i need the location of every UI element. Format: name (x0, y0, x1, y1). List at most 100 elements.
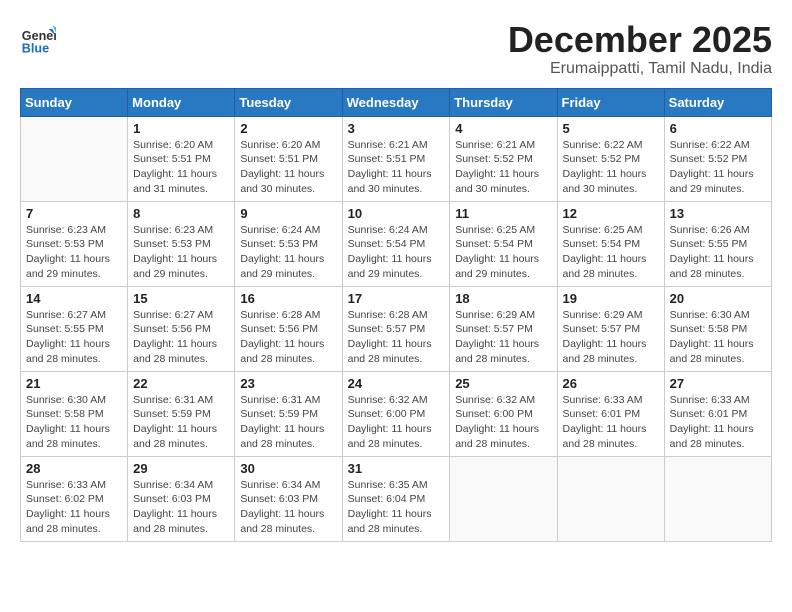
title-block: December 2025 Erumaippatti, Tamil Nadu, … (508, 20, 772, 78)
calendar-cell: 29Sunrise: 6:34 AM Sunset: 6:03 PM Dayli… (128, 456, 235, 541)
day-number: 12 (563, 206, 659, 221)
week-row-4: 21Sunrise: 6:30 AM Sunset: 5:58 PM Dayli… (21, 371, 772, 456)
calendar-cell: 13 Sunrise: 6:26 AM Sunset: 5:55 PM Dayli… (664, 201, 771, 286)
day-info: Sunrise: 6:31 AM Sunset: 5:59 PM Dayligh… (240, 393, 336, 452)
calendar-cell: 6Sunrise: 6:22 AM Sunset: 5:52 PM Daylig… (664, 116, 771, 201)
day-info: Sunrise: 6:24 AM Sunset: 5:53 PM Dayligh… (240, 223, 336, 282)
day-info: Sunrise: 6:26 AM Sunset: 5:55 PM Dayligh… (670, 223, 766, 282)
column-header-tuesday: Tuesday (235, 88, 342, 116)
day-number: 13 (670, 206, 766, 221)
day-info: Sunrise: 6:32 AM Sunset: 6:00 PM Dayligh… (348, 393, 445, 452)
calendar-cell: 20Sunrise: 6:30 AM Sunset: 5:58 PM Dayli… (664, 286, 771, 371)
day-info: Sunrise: 6:33 AM Sunset: 6:02 PM Dayligh… (26, 478, 122, 537)
day-info: Sunrise: 6:20 AM Sunset: 5:51 PM Dayligh… (240, 138, 336, 197)
column-header-sunday: Sunday (21, 88, 128, 116)
column-header-saturday: Saturday (664, 88, 771, 116)
calendar-cell: 14Sunrise: 6:27 AM Sunset: 5:55 PM Dayli… (21, 286, 128, 371)
calendar-cell: 17 Sunrise: 6:28 AM Sunset: 5:57 PM Dayli… (342, 286, 450, 371)
day-number: 2 (240, 121, 336, 136)
column-header-monday: Monday (128, 88, 235, 116)
calendar-cell: 16 Sunrise: 6:28 AM Sunset: 5:56 PM Dayli… (235, 286, 342, 371)
column-header-wednesday: Wednesday (342, 88, 450, 116)
day-info: Sunrise: 6:28 AM Sunset: 5:57 PM Dayligh… (348, 308, 445, 367)
day-number: 10 (348, 206, 445, 221)
day-number: 20 (670, 291, 766, 306)
calendar-cell (450, 456, 557, 541)
page-header: General Blue December 2025 Erumaippatti,… (20, 20, 772, 78)
day-info: Sunrise: 6:27 AM Sunset: 5:56 PM Dayligh… (133, 308, 229, 367)
day-number: 15 (133, 291, 229, 306)
day-info: Sunrise: 6:33 AM Sunset: 6:01 PM Dayligh… (670, 393, 766, 452)
calendar-cell: 1Sunrise: 6:20 AM Sunset: 5:51 PM Daylig… (128, 116, 235, 201)
calendar-cell: 21Sunrise: 6:30 AM Sunset: 5:58 PM Dayli… (21, 371, 128, 456)
calendar-cell: 2 Sunrise: 6:20 AM Sunset: 5:51 PM Daylig… (235, 116, 342, 201)
day-info: Sunrise: 6:29 AM Sunset: 5:57 PM Dayligh… (455, 308, 551, 367)
day-info: Sunrise: 6:32 AM Sunset: 6:00 PM Dayligh… (455, 393, 551, 452)
calendar-cell: 15 Sunrise: 6:27 AM Sunset: 5:56 PM Dayli… (128, 286, 235, 371)
day-info: Sunrise: 6:31 AM Sunset: 5:59 PM Dayligh… (133, 393, 229, 452)
day-number: 14 (26, 291, 122, 306)
day-number: 8 (133, 206, 229, 221)
day-info: Sunrise: 6:23 AM Sunset: 5:53 PM Dayligh… (133, 223, 229, 282)
calendar-cell: 27 Sunrise: 6:33 AM Sunset: 6:01 PM Dayli… (664, 371, 771, 456)
week-row-1: 1Sunrise: 6:20 AM Sunset: 5:51 PM Daylig… (21, 116, 772, 201)
day-info: Sunrise: 6:34 AM Sunset: 6:03 PM Dayligh… (133, 478, 229, 537)
calendar-cell: 10 Sunrise: 6:24 AM Sunset: 5:54 PM Dayli… (342, 201, 450, 286)
calendar-cell: 18 Sunrise: 6:29 AM Sunset: 5:57 PM Dayli… (450, 286, 557, 371)
day-number: 19 (563, 291, 659, 306)
day-number: 6 (670, 121, 766, 136)
day-number: 26 (563, 376, 659, 391)
day-number: 11 (455, 206, 551, 221)
day-info: Sunrise: 6:21 AM Sunset: 5:51 PM Dayligh… (348, 138, 445, 197)
calendar-cell: 23 Sunrise: 6:31 AM Sunset: 5:59 PM Dayli… (235, 371, 342, 456)
day-number: 4 (455, 121, 551, 136)
calendar-cell: 3 Sunrise: 6:21 AM Sunset: 5:51 PM Daylig… (342, 116, 450, 201)
day-info: Sunrise: 6:28 AM Sunset: 5:56 PM Dayligh… (240, 308, 336, 367)
logo-icon: General Blue (20, 20, 56, 56)
calendar-cell: 5 Sunrise: 6:22 AM Sunset: 5:52 PM Daylig… (557, 116, 664, 201)
calendar-cell: 11 Sunrise: 6:25 AM Sunset: 5:54 PM Dayli… (450, 201, 557, 286)
day-info: Sunrise: 6:25 AM Sunset: 5:54 PM Dayligh… (563, 223, 659, 282)
day-info: Sunrise: 6:35 AM Sunset: 6:04 PM Dayligh… (348, 478, 445, 537)
day-info: Sunrise: 6:22 AM Sunset: 5:52 PM Dayligh… (563, 138, 659, 197)
calendar-cell: 24Sunrise: 6:32 AM Sunset: 6:00 PM Dayli… (342, 371, 450, 456)
day-number: 17 (348, 291, 445, 306)
day-info: Sunrise: 6:29 AM Sunset: 5:57 PM Dayligh… (563, 308, 659, 367)
calendar-cell (664, 456, 771, 541)
calendar-cell: 12 Sunrise: 6:25 AM Sunset: 5:54 PM Dayli… (557, 201, 664, 286)
calendar-cell: 8 Sunrise: 6:23 AM Sunset: 5:53 PM Daylig… (128, 201, 235, 286)
day-number: 27 (670, 376, 766, 391)
day-number: 23 (240, 376, 336, 391)
calendar-cell: 4 Sunrise: 6:21 AM Sunset: 5:52 PM Daylig… (450, 116, 557, 201)
calendar-cell: 26 Sunrise: 6:33 AM Sunset: 6:01 PM Dayli… (557, 371, 664, 456)
calendar-header-row: SundayMondayTuesdayWednesdayThursdayFrid… (21, 88, 772, 116)
day-number: 3 (348, 121, 445, 136)
day-info: Sunrise: 6:33 AM Sunset: 6:01 PM Dayligh… (563, 393, 659, 452)
calendar-cell: 7Sunrise: 6:23 AM Sunset: 5:53 PM Daylig… (21, 201, 128, 286)
day-info: Sunrise: 6:24 AM Sunset: 5:54 PM Dayligh… (348, 223, 445, 282)
day-info: Sunrise: 6:30 AM Sunset: 5:58 PM Dayligh… (26, 393, 122, 452)
location-subtitle: Erumaippatti, Tamil Nadu, India (508, 60, 772, 78)
week-row-2: 7Sunrise: 6:23 AM Sunset: 5:53 PM Daylig… (21, 201, 772, 286)
day-number: 25 (455, 376, 551, 391)
day-info: Sunrise: 6:25 AM Sunset: 5:54 PM Dayligh… (455, 223, 551, 282)
day-number: 28 (26, 461, 122, 476)
day-info: Sunrise: 6:21 AM Sunset: 5:52 PM Dayligh… (455, 138, 551, 197)
day-number: 30 (240, 461, 336, 476)
calendar-table: SundayMondayTuesdayWednesdayThursdayFrid… (20, 88, 772, 542)
day-number: 5 (563, 121, 659, 136)
calendar-cell (21, 116, 128, 201)
calendar-cell: 31 Sunrise: 6:35 AM Sunset: 6:04 PM Dayli… (342, 456, 450, 541)
svg-text:Blue: Blue (22, 41, 49, 55)
day-info: Sunrise: 6:34 AM Sunset: 6:03 PM Dayligh… (240, 478, 336, 537)
day-number: 31 (348, 461, 445, 476)
day-number: 18 (455, 291, 551, 306)
day-info: Sunrise: 6:20 AM Sunset: 5:51 PM Dayligh… (133, 138, 229, 197)
calendar-cell: 9 Sunrise: 6:24 AM Sunset: 5:53 PM Daylig… (235, 201, 342, 286)
calendar-cell: 19 Sunrise: 6:29 AM Sunset: 5:57 PM Dayli… (557, 286, 664, 371)
day-number: 16 (240, 291, 336, 306)
week-row-3: 14Sunrise: 6:27 AM Sunset: 5:55 PM Dayli… (21, 286, 772, 371)
day-number: 9 (240, 206, 336, 221)
calendar-cell: 22Sunrise: 6:31 AM Sunset: 5:59 PM Dayli… (128, 371, 235, 456)
logo: General Blue (20, 20, 60, 56)
